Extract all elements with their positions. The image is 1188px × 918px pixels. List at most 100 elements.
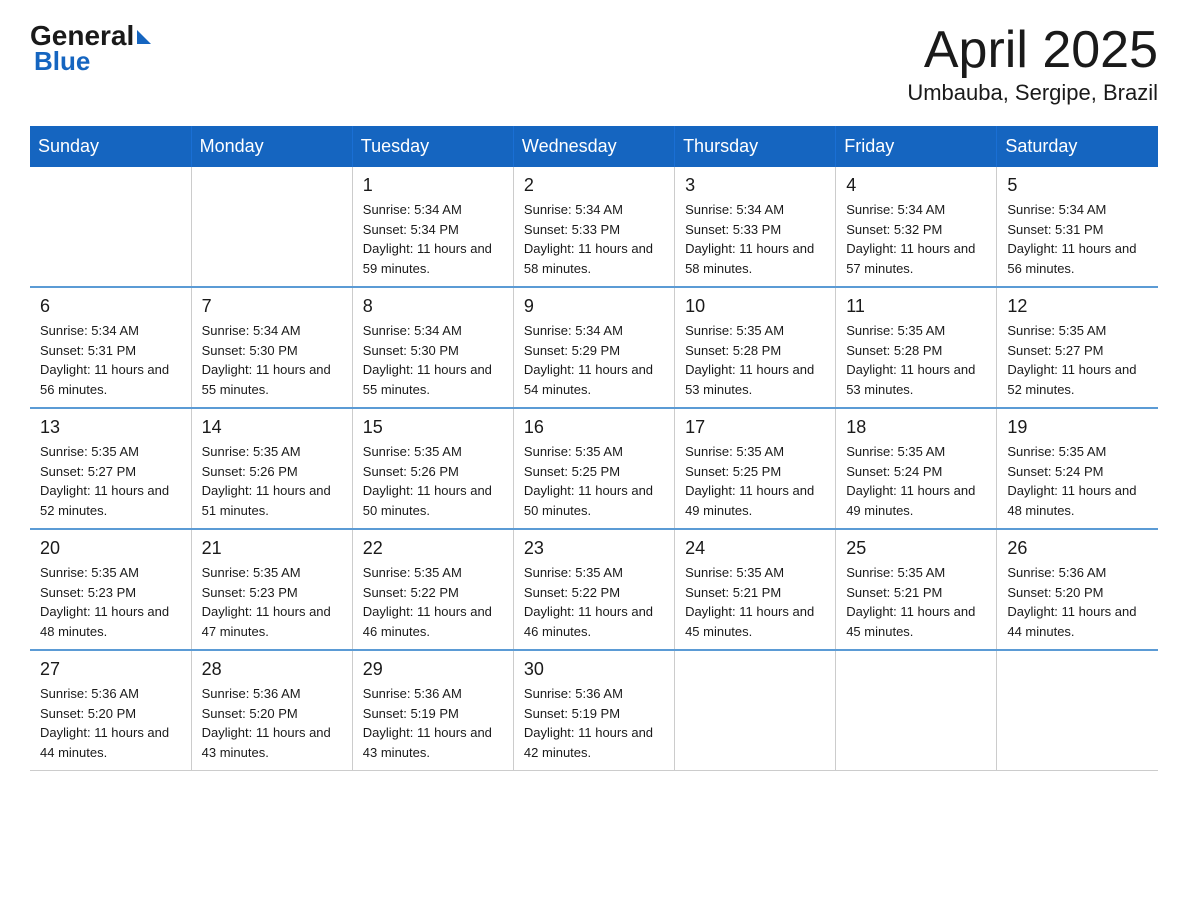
day-info: Sunrise: 5:34 AMSunset: 5:31 PMDaylight:…	[1007, 200, 1148, 278]
calendar-cell	[191, 167, 352, 287]
calendar-week-row: 1 Sunrise: 5:34 AMSunset: 5:34 PMDaylight…	[30, 167, 1158, 287]
calendar-cell: 7 Sunrise: 5:34 AMSunset: 5:30 PMDaylight…	[191, 287, 352, 408]
calendar-cell: 13 Sunrise: 5:35 AMSunset: 5:27 PMDayligh…	[30, 408, 191, 529]
calendar-cell: 16Sunrise: 5:35 AMSunset: 5:25 PMDayligh…	[513, 408, 674, 529]
day-info: Sunrise: 5:34 AMSunset: 5:29 PMDaylight:…	[524, 321, 664, 399]
day-number: 27	[40, 659, 181, 680]
calendar-cell: 12 Sunrise: 5:35 AMSunset: 5:27 PMDayligh…	[997, 287, 1158, 408]
weekday-header-sunday: Sunday	[30, 126, 191, 167]
calendar-week-row: 6 Sunrise: 5:34 AMSunset: 5:31 PMDaylight…	[30, 287, 1158, 408]
weekday-header-tuesday: Tuesday	[352, 126, 513, 167]
day-number: 13	[40, 417, 181, 438]
calendar-cell: 18 Sunrise: 5:35 AMSunset: 5:24 PMDayligh…	[836, 408, 997, 529]
calendar-cell: 21Sunrise: 5:35 AMSunset: 5:23 PMDayligh…	[191, 529, 352, 650]
calendar-cell: 14 Sunrise: 5:35 AMSunset: 5:26 PMDayligh…	[191, 408, 352, 529]
calendar-cell: 29 Sunrise: 5:36 AMSunset: 5:19 PMDayligh…	[352, 650, 513, 771]
logo-arrow-icon	[137, 30, 151, 44]
day-number: 14	[202, 417, 342, 438]
day-info: Sunrise: 5:34 AMSunset: 5:30 PMDaylight:…	[202, 321, 342, 399]
calendar-cell: 23Sunrise: 5:35 AMSunset: 5:22 PMDayligh…	[513, 529, 674, 650]
calendar-cell: 1 Sunrise: 5:34 AMSunset: 5:34 PMDaylight…	[352, 167, 513, 287]
calendar-cell: 22 Sunrise: 5:35 AMSunset: 5:22 PMDayligh…	[352, 529, 513, 650]
calendar-cell: 30Sunrise: 5:36 AMSunset: 5:19 PMDayligh…	[513, 650, 674, 771]
day-number: 29	[363, 659, 503, 680]
calendar-cell: 19 Sunrise: 5:35 AMSunset: 5:24 PMDayligh…	[997, 408, 1158, 529]
day-number: 1	[363, 175, 503, 196]
calendar-cell: 25Sunrise: 5:35 AMSunset: 5:21 PMDayligh…	[836, 529, 997, 650]
day-info: Sunrise: 5:36 AMSunset: 5:20 PMDaylight:…	[1007, 563, 1148, 641]
month-title: April 2025	[907, 20, 1158, 80]
day-info: Sunrise: 5:35 AMSunset: 5:21 PMDaylight:…	[846, 563, 986, 641]
day-number: 10	[685, 296, 825, 317]
day-info: Sunrise: 5:36 AMSunset: 5:19 PMDaylight:…	[363, 684, 503, 762]
calendar-header: SundayMondayTuesdayWednesdayThursdayFrid…	[30, 126, 1158, 167]
weekday-header-friday: Friday	[836, 126, 997, 167]
weekday-header-thursday: Thursday	[675, 126, 836, 167]
page-header: General Blue April 2025 Umbauba, Sergipe…	[30, 20, 1158, 106]
calendar-cell: 28 Sunrise: 5:36 AMSunset: 5:20 PMDayligh…	[191, 650, 352, 771]
day-info: Sunrise: 5:36 AMSunset: 5:20 PMDaylight:…	[40, 684, 181, 762]
day-info: Sunrise: 5:34 AMSunset: 5:31 PMDaylight:…	[40, 321, 181, 399]
day-number: 2	[524, 175, 664, 196]
logo: General Blue	[30, 20, 151, 77]
location: Umbauba, Sergipe, Brazil	[907, 80, 1158, 106]
calendar-table: SundayMondayTuesdayWednesdayThursdayFrid…	[30, 126, 1158, 771]
day-info: Sunrise: 5:35 AMSunset: 5:26 PMDaylight:…	[202, 442, 342, 520]
day-info: Sunrise: 5:35 AMSunset: 5:23 PMDaylight:…	[40, 563, 181, 641]
day-info: Sunrise: 5:35 AMSunset: 5:28 PMDaylight:…	[846, 321, 986, 399]
day-number: 15	[363, 417, 503, 438]
day-info: Sunrise: 5:34 AMSunset: 5:34 PMDaylight:…	[363, 200, 503, 278]
day-info: Sunrise: 5:36 AMSunset: 5:20 PMDaylight:…	[202, 684, 342, 762]
day-info: Sunrise: 5:35 AMSunset: 5:24 PMDaylight:…	[846, 442, 986, 520]
day-number: 5	[1007, 175, 1148, 196]
day-info: Sunrise: 5:35 AMSunset: 5:22 PMDaylight:…	[524, 563, 664, 641]
day-number: 24	[685, 538, 825, 559]
calendar-cell: 6 Sunrise: 5:34 AMSunset: 5:31 PMDaylight…	[30, 287, 191, 408]
day-info: Sunrise: 5:35 AMSunset: 5:27 PMDaylight:…	[40, 442, 181, 520]
day-info: Sunrise: 5:35 AMSunset: 5:25 PMDaylight:…	[524, 442, 664, 520]
calendar-cell: 5 Sunrise: 5:34 AMSunset: 5:31 PMDaylight…	[997, 167, 1158, 287]
day-number: 21	[202, 538, 342, 559]
calendar-cell: 3Sunrise: 5:34 AMSunset: 5:33 PMDaylight…	[675, 167, 836, 287]
calendar-cell: 2Sunrise: 5:34 AMSunset: 5:33 PMDaylight…	[513, 167, 674, 287]
day-info: Sunrise: 5:35 AMSunset: 5:28 PMDaylight:…	[685, 321, 825, 399]
day-info: Sunrise: 5:35 AMSunset: 5:24 PMDaylight:…	[1007, 442, 1148, 520]
calendar-cell	[675, 650, 836, 771]
calendar-week-row: 13 Sunrise: 5:35 AMSunset: 5:27 PMDayligh…	[30, 408, 1158, 529]
weekday-header-wednesday: Wednesday	[513, 126, 674, 167]
calendar-cell: 4Sunrise: 5:34 AMSunset: 5:32 PMDaylight…	[836, 167, 997, 287]
day-number: 22	[363, 538, 503, 559]
calendar-week-row: 27 Sunrise: 5:36 AMSunset: 5:20 PMDayligh…	[30, 650, 1158, 771]
day-number: 30	[524, 659, 664, 680]
weekday-header-saturday: Saturday	[997, 126, 1158, 167]
weekday-header-row: SundayMondayTuesdayWednesdayThursdayFrid…	[30, 126, 1158, 167]
calendar-body: 1 Sunrise: 5:34 AMSunset: 5:34 PMDaylight…	[30, 167, 1158, 771]
calendar-cell: 9 Sunrise: 5:34 AMSunset: 5:29 PMDaylight…	[513, 287, 674, 408]
day-info: Sunrise: 5:35 AMSunset: 5:22 PMDaylight:…	[363, 563, 503, 641]
day-info: Sunrise: 5:34 AMSunset: 5:30 PMDaylight:…	[363, 321, 503, 399]
day-number: 18	[846, 417, 986, 438]
calendar-cell: 17Sunrise: 5:35 AMSunset: 5:25 PMDayligh…	[675, 408, 836, 529]
day-number: 12	[1007, 296, 1148, 317]
day-number: 6	[40, 296, 181, 317]
day-number: 7	[202, 296, 342, 317]
calendar-cell	[30, 167, 191, 287]
day-number: 19	[1007, 417, 1148, 438]
calendar-cell: 11 Sunrise: 5:35 AMSunset: 5:28 PMDayligh…	[836, 287, 997, 408]
day-number: 9	[524, 296, 664, 317]
day-number: 28	[202, 659, 342, 680]
weekday-header-monday: Monday	[191, 126, 352, 167]
calendar-cell: 26 Sunrise: 5:36 AMSunset: 5:20 PMDayligh…	[997, 529, 1158, 650]
day-number: 8	[363, 296, 503, 317]
calendar-cell: 15Sunrise: 5:35 AMSunset: 5:26 PMDayligh…	[352, 408, 513, 529]
calendar-cell: 27 Sunrise: 5:36 AMSunset: 5:20 PMDayligh…	[30, 650, 191, 771]
day-number: 26	[1007, 538, 1148, 559]
title-area: April 2025 Umbauba, Sergipe, Brazil	[907, 20, 1158, 106]
calendar-cell: 24Sunrise: 5:35 AMSunset: 5:21 PMDayligh…	[675, 529, 836, 650]
calendar-cell: 20Sunrise: 5:35 AMSunset: 5:23 PMDayligh…	[30, 529, 191, 650]
logo-blue-text: Blue	[34, 46, 90, 77]
day-info: Sunrise: 5:35 AMSunset: 5:25 PMDaylight:…	[685, 442, 825, 520]
day-info: Sunrise: 5:35 AMSunset: 5:27 PMDaylight:…	[1007, 321, 1148, 399]
day-number: 11	[846, 296, 986, 317]
day-info: Sunrise: 5:34 AMSunset: 5:32 PMDaylight:…	[846, 200, 986, 278]
